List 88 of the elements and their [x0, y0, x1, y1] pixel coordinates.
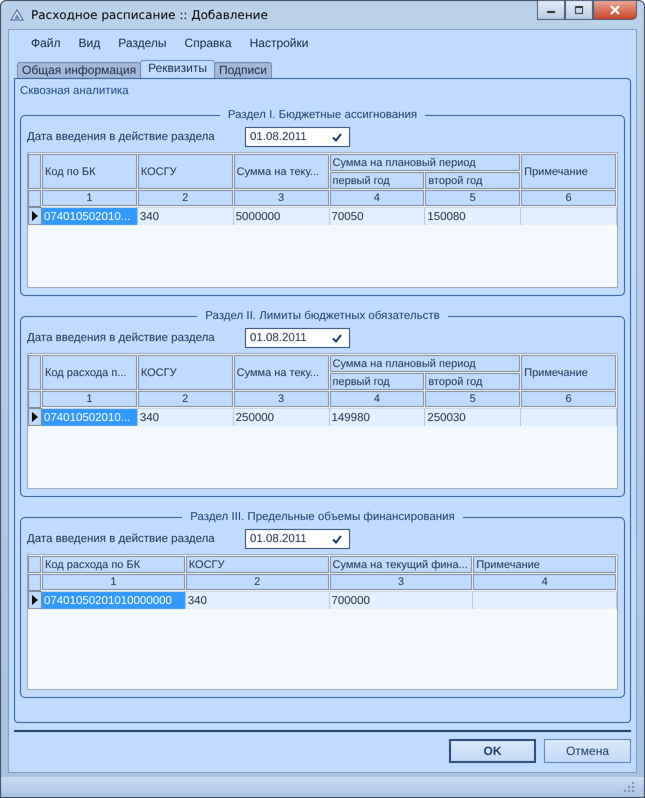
column-number: 6: [521, 391, 616, 407]
table-cell[interactable]: 340: [138, 207, 234, 225]
row-pointer-icon: [32, 595, 38, 605]
header-corner: [28, 556, 41, 573]
date-value: 01.08.2011: [250, 533, 307, 545]
column-header[interactable]: КОСГУ: [186, 556, 328, 573]
cancel-button[interactable]: Отмена: [544, 739, 631, 763]
table-cell[interactable]: 700000: [330, 591, 474, 609]
menu-item[interactable]: Файл: [22, 36, 70, 50]
tab[interactable]: Общая информация: [17, 62, 142, 78]
date-field[interactable]: 01.08.2011: [245, 328, 350, 348]
maximize-icon: [574, 5, 584, 15]
window-title: Расходное расписание :: Добавление: [31, 8, 269, 22]
date-label: Дата введения в действие раздела: [27, 131, 216, 143]
table-cell[interactable]: 250000: [234, 408, 330, 426]
column-header[interactable]: первый год: [330, 172, 424, 189]
date-field[interactable]: 01.08.2011: [245, 127, 350, 147]
minimize-button[interactable]: [537, 0, 565, 20]
column-header[interactable]: КОСГУ: [138, 154, 233, 189]
app-icon: [9, 7, 25, 23]
row-pointer-icon: [32, 412, 38, 422]
tab[interactable]: Подписи: [214, 62, 272, 78]
menu-item[interactable]: Вид: [70, 36, 110, 50]
table-cell[interactable]: 150080: [425, 207, 522, 225]
column-number: 2: [138, 190, 233, 206]
column-header[interactable]: Сумма на плановый период: [330, 355, 520, 372]
close-button[interactable]: [593, 0, 637, 20]
column-number: 4: [473, 574, 616, 590]
table-cell[interactable]: [473, 591, 617, 609]
section-title: Раздел I. Бюджетные ассигнования: [226, 109, 418, 121]
section-title: Раздел III. Предельные объемы финансирования: [189, 511, 456, 523]
column-header[interactable]: Код расхода по БК: [42, 556, 185, 573]
column-header[interactable]: Примечание: [521, 154, 616, 189]
table-cell[interactable]: 5000000: [234, 207, 330, 225]
dropdown-check-icon[interactable]: [331, 132, 343, 142]
column-header[interactable]: Сумма на плановый период: [330, 154, 520, 171]
panel-title: Сквозная аналитика: [20, 85, 130, 99]
column-number: 3: [234, 391, 328, 407]
table-cell[interactable]: 340: [186, 591, 330, 609]
date-field[interactable]: 01.08.2011: [245, 529, 350, 549]
column-number: 4: [330, 391, 424, 407]
maximize-button[interactable]: [565, 0, 593, 20]
menu-item[interactable]: Справка: [176, 36, 241, 50]
column-number: 3: [234, 190, 328, 206]
resize-grip-icon[interactable]: [624, 782, 634, 792]
table-cell[interactable]: [521, 207, 617, 225]
dropdown-check-icon[interactable]: [331, 332, 343, 344]
menu-item[interactable]: Настройки: [240, 36, 318, 50]
header-corner: [28, 574, 41, 591]
date-value: 01.08.2011: [250, 131, 307, 143]
table-cell[interactable]: 250030: [425, 408, 522, 426]
date-label: Дата введения в действие раздела: [27, 332, 216, 344]
column-number: 1: [42, 190, 137, 206]
table-cell[interactable]: 149980: [330, 408, 426, 426]
date-label: Дата введения в действие раздела: [27, 533, 216, 545]
close-icon: [609, 5, 621, 15]
column-number: 5: [425, 391, 520, 407]
table-cell[interactable]: [521, 408, 617, 426]
column-header[interactable]: второй год: [425, 373, 520, 390]
dropdown-check-icon[interactable]: [331, 534, 343, 544]
column-number: 3: [330, 574, 472, 590]
row-header[interactable]: [28, 408, 42, 426]
section-title: Раздел II. Лимиты бюджетных обязательств: [204, 310, 441, 322]
column-header[interactable]: Сумма на теку...: [234, 355, 328, 390]
column-number: 1: [42, 391, 137, 407]
column-number: 4: [330, 190, 424, 206]
column-header[interactable]: первый год: [330, 373, 424, 390]
row-header[interactable]: [28, 207, 42, 225]
column-number: 2: [186, 574, 328, 590]
column-header[interactable]: Код по БК: [42, 154, 137, 189]
menu-item[interactable]: Разделы: [109, 36, 176, 50]
table-cell[interactable]: 70050: [330, 207, 426, 225]
column-header[interactable]: Код расхода п...: [42, 355, 137, 390]
column-header[interactable]: Сумма на текущий фина...: [330, 556, 472, 573]
column-header[interactable]: КОСГУ: [138, 355, 233, 390]
ok-button[interactable]: OK: [449, 739, 536, 763]
date-value: 01.08.2011: [250, 332, 307, 344]
column-number: 2: [138, 391, 233, 407]
column-header[interactable]: Примечание: [521, 355, 616, 390]
table-cell[interactable]: 340: [138, 408, 234, 426]
column-header[interactable]: второй год: [425, 172, 520, 189]
column-number: 5: [425, 190, 520, 206]
row-pointer-icon: [32, 211, 38, 221]
row-header[interactable]: [28, 591, 42, 609]
column-header[interactable]: Сумма на теку...: [234, 154, 328, 189]
column-number: 1: [42, 574, 185, 590]
column-header[interactable]: Примечание: [473, 556, 616, 573]
column-number: 6: [521, 190, 616, 206]
